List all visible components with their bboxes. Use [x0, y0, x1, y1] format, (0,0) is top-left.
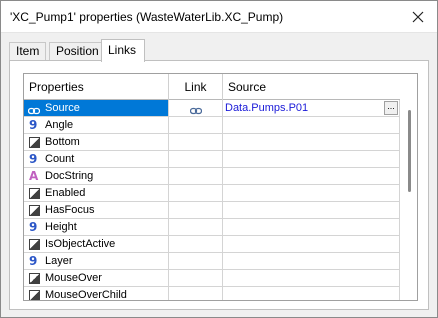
property-name: DocString: [45, 170, 94, 182]
column-header-link[interactable]: Link: [169, 74, 223, 100]
number-type-icon: 9: [29, 220, 38, 234]
tab-position[interactable]: Position: [49, 42, 106, 61]
close-button[interactable]: [407, 7, 429, 27]
links-tab-panel: Properties Link Source Source Data.Pumps.…: [9, 60, 429, 310]
link-icon: [189, 104, 203, 118]
table-row[interactable]: Bottom: [24, 134, 400, 151]
table-row[interactable]: Source Data.Pumps.P01...: [24, 100, 400, 117]
property-name: Angle: [45, 119, 74, 131]
boolean-type-icon: [29, 205, 40, 216]
property-cell[interactable]: 9 Angle: [24, 117, 169, 134]
link-cell[interactable]: [169, 168, 223, 185]
source-cell[interactable]: [223, 270, 400, 287]
link-cell[interactable]: [169, 236, 223, 253]
table-row[interactable]: MouseOverChild: [24, 287, 400, 301]
tab-links[interactable]: Links: [101, 39, 145, 62]
property-cell[interactable]: 9 Layer: [24, 253, 169, 270]
scrollbar-thumb[interactable]: [408, 110, 411, 192]
property-cell[interactable]: 9 Height: [24, 219, 169, 236]
property-cell[interactable]: MouseOverChild: [24, 287, 169, 301]
source-cell[interactable]: [223, 168, 400, 185]
table-row[interactable]: A DocString: [24, 168, 400, 185]
column-header-source[interactable]: Source: [223, 74, 400, 100]
table-row[interactable]: 9 Angle: [24, 117, 400, 134]
tab-item-label: Item: [16, 44, 40, 58]
table-row[interactable]: MouseOver: [24, 270, 400, 287]
link-cell[interactable]: [169, 117, 223, 134]
link-cell[interactable]: [169, 151, 223, 168]
source-cell[interactable]: [223, 134, 400, 151]
number-type-icon: 9: [29, 118, 38, 132]
boolean-type-icon: [29, 239, 40, 250]
property-cell[interactable]: Bottom: [24, 134, 169, 151]
source-cell[interactable]: [223, 287, 400, 300]
tab-item[interactable]: Item: [9, 42, 47, 61]
link-cell[interactable]: [169, 253, 223, 270]
links-grid: Properties Link Source Source Data.Pumps.…: [23, 73, 418, 301]
boolean-type-icon: [29, 273, 40, 284]
link-icon: [27, 104, 41, 115]
link-cell[interactable]: [169, 219, 223, 236]
vertical-scrollbar[interactable]: [402, 74, 417, 300]
property-cell[interactable]: Source: [24, 100, 169, 117]
table-row[interactable]: 9 Layer: [24, 253, 400, 270]
property-name: HasFocus: [45, 204, 95, 216]
close-icon: [412, 11, 424, 23]
table-row[interactable]: 9 Height: [24, 219, 400, 236]
number-type-icon: 9: [29, 254, 38, 268]
source-cell[interactable]: [223, 219, 400, 236]
source-value: Data.Pumps.P01: [225, 102, 309, 114]
title-bar: 'XC_Pump1' properties (WasteWaterLib.XC_…: [1, 1, 437, 33]
source-cell[interactable]: [223, 202, 400, 219]
source-cell[interactable]: [223, 185, 400, 202]
table-row[interactable]: HasFocus: [24, 202, 400, 219]
column-header-properties[interactable]: Properties: [24, 74, 169, 100]
tab-position-label: Position: [56, 44, 99, 58]
property-cell[interactable]: 9 Count: [24, 151, 169, 168]
property-name: Height: [45, 221, 77, 233]
link-cell[interactable]: [169, 134, 223, 151]
property-cell[interactable]: A DocString: [24, 168, 169, 185]
property-name: Bottom: [45, 136, 80, 148]
source-cell[interactable]: [223, 117, 400, 134]
source-cell[interactable]: [223, 253, 400, 270]
window-title: 'XC_Pump1' properties (WasteWaterLib.XC_…: [10, 10, 284, 24]
properties-dialog: 'XC_Pump1' properties (WasteWaterLib.XC_…: [0, 0, 438, 318]
tab-links-label: Links: [108, 43, 137, 57]
property-name: Source: [45, 102, 80, 114]
link-cell[interactable]: [169, 202, 223, 219]
table-row[interactable]: IsObjectActive: [24, 236, 400, 253]
browse-source-button[interactable]: ...: [384, 101, 398, 115]
property-name: Enabled: [45, 187, 86, 199]
grid-header: Properties Link Source: [24, 74, 400, 100]
source-cell[interactable]: [223, 236, 400, 253]
property-cell[interactable]: Enabled: [24, 185, 169, 202]
property-name: MouseOverChild: [45, 289, 127, 301]
boolean-type-icon: [29, 290, 40, 300]
link-cell[interactable]: [169, 185, 223, 202]
link-cell[interactable]: [169, 270, 223, 287]
source-cell[interactable]: Data.Pumps.P01...: [223, 100, 400, 117]
property-cell[interactable]: HasFocus: [24, 202, 169, 219]
string-type-icon: A: [29, 169, 39, 183]
table-row[interactable]: Enabled: [24, 185, 400, 202]
link-cell[interactable]: [169, 100, 223, 117]
table-row[interactable]: 9 Count: [24, 151, 400, 168]
boolean-type-icon: [29, 188, 40, 199]
property-name: Count: [45, 153, 75, 165]
source-cell[interactable]: [223, 151, 400, 168]
property-cell[interactable]: IsObjectActive: [24, 236, 169, 253]
number-type-icon: 9: [29, 152, 38, 166]
property-name: MouseOver: [45, 272, 102, 284]
boolean-type-icon: [29, 137, 40, 148]
tab-strip: Item Position Links: [9, 39, 429, 62]
property-name: Layer: [45, 255, 73, 267]
property-cell[interactable]: MouseOver: [24, 270, 169, 287]
link-cell[interactable]: [169, 287, 223, 300]
property-name: IsObjectActive: [45, 238, 116, 250]
